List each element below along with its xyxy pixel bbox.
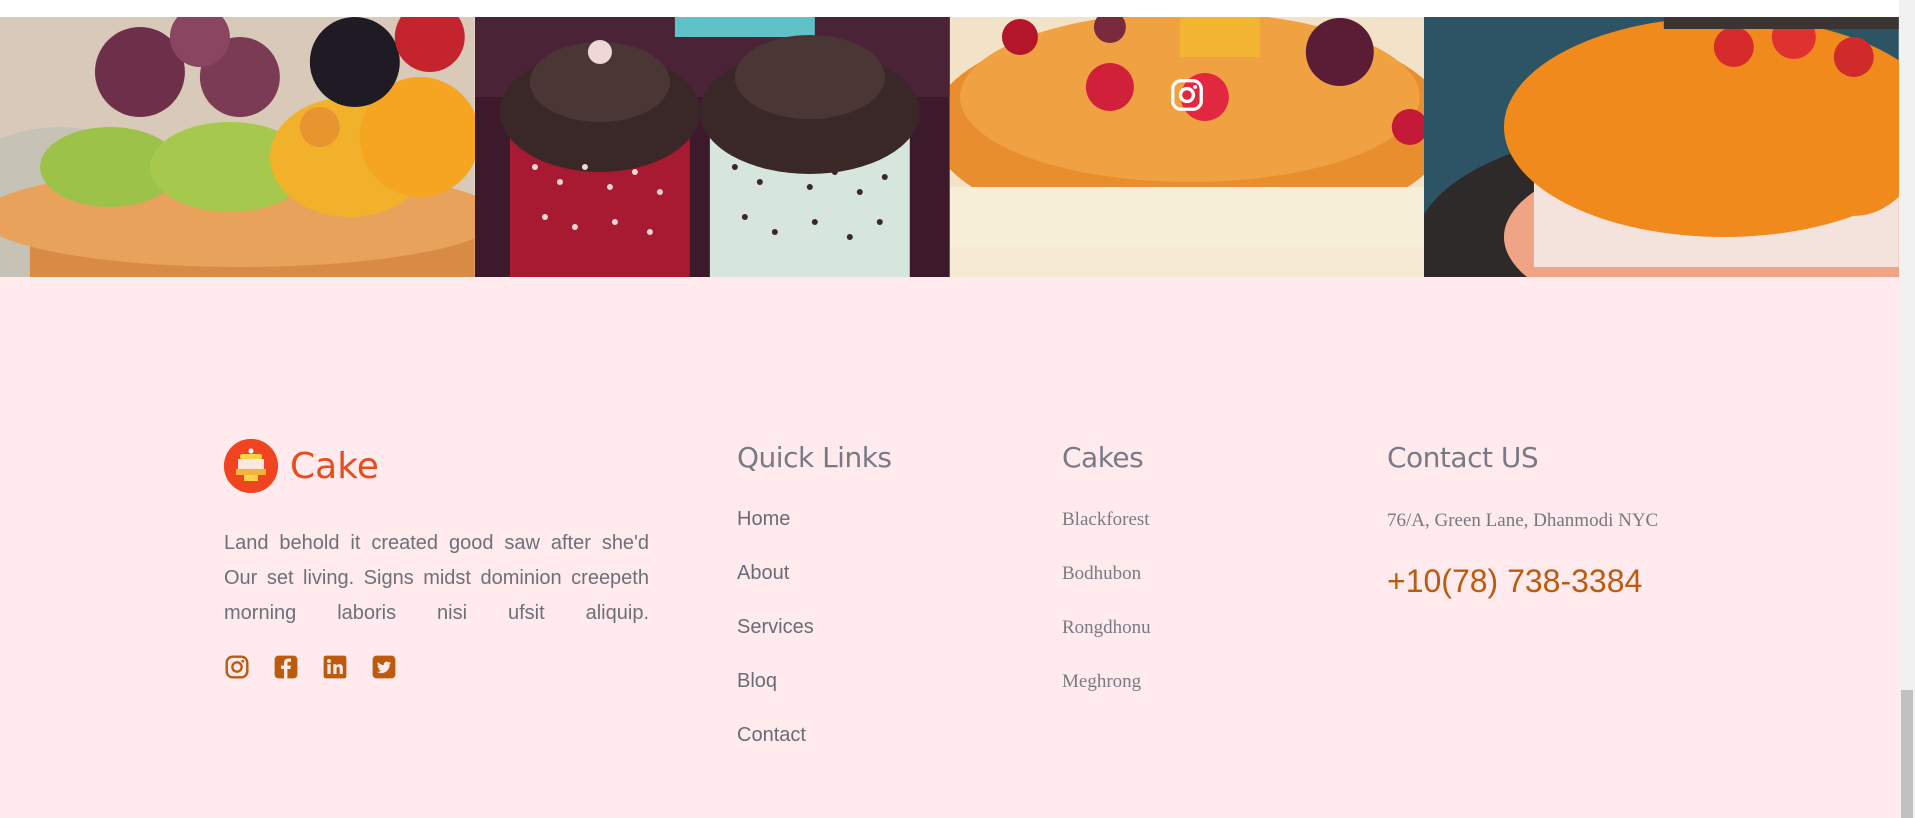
quick-link-services[interactable]: Services	[737, 616, 814, 670]
gallery-tile-fruit-tart[interactable]	[0, 17, 475, 277]
linkedin-icon[interactable]	[322, 654, 348, 680]
orange-glazed-cake-image	[1424, 17, 1899, 277]
instagram-gallery	[0, 17, 1899, 277]
cake-logo-icon	[224, 439, 278, 493]
cakes-title: Cakes	[1062, 441, 1144, 474]
page-scrollbar[interactable]	[1899, 0, 1915, 818]
quick-link-home[interactable]: Home	[737, 508, 814, 562]
quick-link-about[interactable]: About	[737, 562, 814, 616]
quick-link-blog[interactable]: Bloq	[737, 670, 814, 724]
gallery-tile-berry-cheesecake[interactable]	[949, 17, 1425, 277]
quick-links-title: Quick Links	[737, 441, 892, 474]
cakes-list: Blackforest Bodhubon Rongdhonu Meghrong	[1062, 509, 1151, 725]
contact-phone[interactable]: +10(78) 738-3384	[1387, 563, 1642, 600]
facebook-icon[interactable]	[273, 654, 299, 680]
contact-title: Contact US	[1387, 441, 1539, 474]
contact-address: 76/A, Green Lane, Dhanmodi NYC	[1387, 510, 1659, 531]
cake-link-meghrong[interactable]: Meghrong	[1062, 671, 1151, 725]
scrollbar-thumb[interactable]	[1901, 690, 1913, 818]
instagram-icon[interactable]	[224, 654, 250, 680]
quick-link-contact[interactable]: Contact	[737, 724, 814, 778]
quick-links-list: Home About Services Bloq Contact	[737, 508, 814, 778]
berry-cheesecake-image	[949, 17, 1425, 277]
cake-link-rongdhonu[interactable]: Rongdhonu	[1062, 617, 1151, 671]
footer-about-text: Land behold it created good saw after sh…	[224, 532, 649, 624]
cake-link-blackforest[interactable]: Blackforest	[1062, 509, 1151, 563]
cake-link-bodhubon[interactable]: Bodhubon	[1062, 563, 1151, 617]
gallery-tile-orange-glazed-cake[interactable]	[1424, 17, 1899, 277]
footer-brand[interactable]: Cake	[224, 439, 379, 493]
fruit-tart-image	[0, 17, 475, 277]
social-links	[224, 654, 397, 680]
gallery-tile-chocolate-cupcakes[interactable]	[474, 17, 950, 277]
instagram-icon[interactable]	[1169, 77, 1205, 113]
brand-name: Cake	[290, 445, 379, 487]
chocolate-cupcakes-image	[474, 17, 950, 277]
twitter-icon[interactable]	[371, 654, 397, 680]
